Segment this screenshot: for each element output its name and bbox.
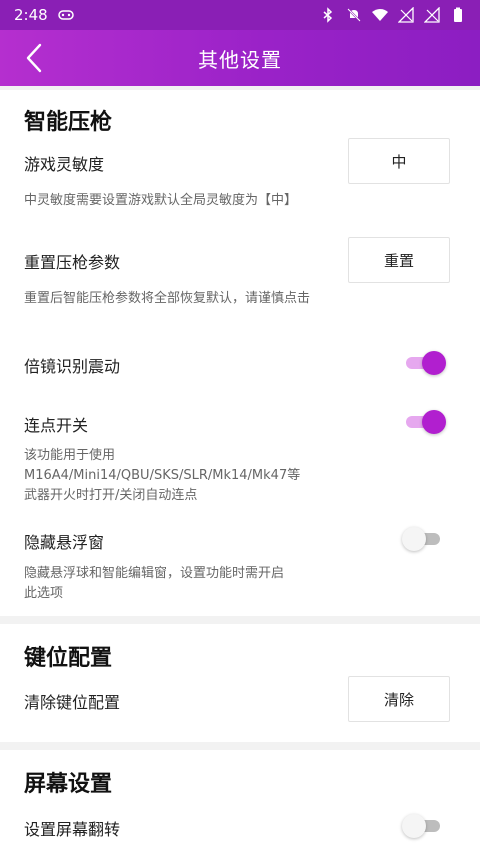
rapid-fire-label: 连点开关 [24, 416, 89, 435]
hide-float-toggle[interactable] [402, 526, 446, 552]
toggle-knob [422, 351, 446, 375]
battery-icon [450, 7, 466, 23]
app-header: 其他设置 [0, 30, 480, 86]
clear-button[interactable]: 清除 [348, 676, 450, 722]
status-bar: 2:48 [0, 0, 480, 30]
page-title: 其他设置 [198, 47, 282, 72]
sensitivity-description: 中灵敏度需要设置游戏默认全局灵敏度为【中】 [24, 193, 298, 208]
bluetooth-icon [320, 7, 336, 23]
no-signal-icon-2 [423, 6, 440, 23]
reset-params-description: 重置后智能压枪参数将全部恢复默认，请谨慎点击 [24, 291, 311, 306]
toggle-knob [422, 410, 446, 434]
chevron-left-icon [26, 43, 42, 73]
status-time: 2:48 [14, 6, 48, 24]
rapid-fire-toggle[interactable] [402, 409, 446, 435]
reset-params-label: 重置压枪参数 [24, 253, 121, 272]
section-title-key-config: 键位配置 [24, 646, 113, 671]
section-title-smart-recoil: 智能压枪 [24, 110, 113, 135]
smart-recoil-card: 智能压枪 游戏灵敏度 中 中灵敏度需要设置游戏默认全局灵敏度为【中】 重置压枪参… [0, 90, 480, 616]
scope-vibration-toggle[interactable] [402, 350, 446, 376]
toggle-knob [402, 527, 426, 551]
hide-float-label: 隐藏悬浮窗 [24, 533, 105, 552]
wifi-icon [372, 7, 388, 23]
toggle-knob [402, 814, 426, 838]
reset-button[interactable]: 重置 [348, 237, 450, 283]
no-signal-icon [397, 6, 414, 23]
key-config-card: 键位配置 清除键位配置 清除 [0, 624, 480, 742]
sensitivity-select-button[interactable]: 中 [348, 138, 450, 184]
screen-settings-card: 屏幕设置 设置屏幕翻转 [0, 750, 480, 853]
mute-bell-icon [346, 7, 362, 23]
section-title-screen-settings: 屏幕设置 [24, 772, 113, 797]
screen-flip-toggle[interactable] [402, 813, 446, 839]
rapid-fire-description: 该功能用于使用M16A4/Mini14/QBU/SKS/SLR/Mk14/Mk4… [24, 448, 301, 503]
scope-vibration-label: 倍镜识别震动 [24, 357, 121, 376]
back-button[interactable] [18, 42, 50, 74]
gamepad-icon [57, 7, 74, 23]
sensitivity-label: 游戏灵敏度 [24, 155, 105, 174]
screen-flip-label: 设置屏幕翻转 [24, 820, 121, 839]
hide-float-description: 隐藏悬浮球和智能编辑窗，设置功能时需开启此选项 [24, 566, 285, 601]
clear-keys-label: 清除键位配置 [24, 693, 121, 712]
